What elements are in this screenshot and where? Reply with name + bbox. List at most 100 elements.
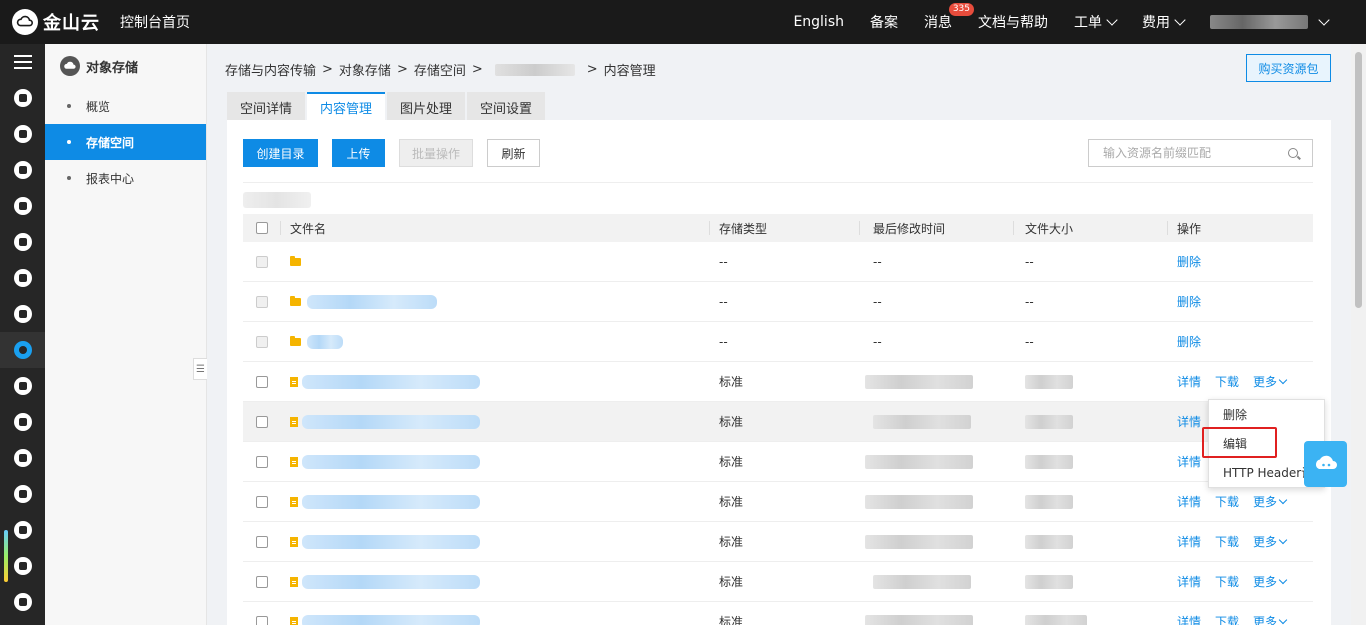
ticket-dropdown[interactable]: 工单 — [1074, 12, 1118, 32]
select-all-checkbox[interactable] — [255, 222, 268, 234]
console-home-link[interactable]: 控制台首页 — [120, 12, 190, 32]
more-dropdown[interactable]: 更多 — [1253, 573, 1288, 590]
create-directory-button[interactable]: 创建目录 — [243, 139, 318, 167]
file-name-cell[interactable] — [280, 574, 709, 589]
tab-space-details[interactable]: 空间详情 — [227, 92, 306, 120]
rail-item-9[interactable] — [0, 368, 45, 404]
sidebar-item-overview[interactable]: 概览 — [45, 88, 206, 124]
batch-operation-button[interactable]: 批量操作 — [399, 139, 473, 167]
breadcrumb-item[interactable]: 存储空间 — [414, 60, 466, 79]
rail-item-12[interactable] — [0, 476, 45, 512]
row-checkbox[interactable] — [255, 295, 268, 308]
rail-item-15[interactable] — [0, 584, 45, 620]
rail-item-3[interactable] — [0, 152, 45, 188]
scrollbar-thumb[interactable] — [1355, 52, 1362, 308]
file-name-cell[interactable] — [280, 414, 709, 429]
breadcrumb-item[interactable]: 存储与内容传输 — [225, 60, 316, 79]
table-row: 标准 详情 下载 更多 — [243, 362, 1313, 402]
detail-link[interactable]: 详情 — [1177, 573, 1201, 590]
rail-item-10[interactable] — [0, 404, 45, 440]
more-dropdown[interactable]: 更多 — [1253, 373, 1288, 390]
rail-item-7[interactable] — [0, 296, 45, 332]
file-name-cell[interactable] — [280, 374, 709, 389]
row-checkbox[interactable] — [255, 255, 268, 268]
upload-button[interactable]: 上传 — [332, 139, 385, 167]
menu-toggle[interactable] — [0, 44, 45, 80]
detail-link[interactable]: 详情 — [1177, 413, 1201, 430]
docs-help-link[interactable]: 文档与帮助 — [978, 12, 1048, 32]
file-name-cell[interactable] — [280, 494, 709, 509]
file-name-cell[interactable] — [280, 294, 709, 309]
file-size-blurred — [1025, 614, 1087, 625]
row-check-cell — [243, 575, 280, 588]
download-link[interactable]: 下载 — [1215, 493, 1239, 510]
download-link[interactable]: 下载 — [1215, 373, 1239, 390]
sidebar-item-reports[interactable]: 报表中心 — [45, 160, 206, 196]
delete-link[interactable]: 删除 — [1177, 293, 1201, 310]
row-checkbox[interactable] — [255, 575, 268, 588]
tab-content-management[interactable]: 内容管理 — [307, 92, 386, 120]
file-name-cell[interactable] — [280, 334, 709, 349]
file-icon — [290, 576, 298, 587]
row-checkbox[interactable] — [255, 455, 268, 468]
modified-cell: -- — [873, 254, 882, 269]
more-label: 更多 — [1253, 615, 1278, 625]
menu-item-delete[interactable]: 删除 — [1209, 400, 1324, 429]
bucket-name-blurred[interactable] — [494, 63, 575, 76]
row-checkbox[interactable] — [255, 535, 268, 548]
breadcrumb-item[interactable]: 对象存储 — [339, 60, 391, 79]
search-icon[interactable] — [1288, 148, 1298, 158]
rail-item-2[interactable] — [0, 116, 45, 152]
tab-image-processing[interactable]: 图片处理 — [387, 92, 466, 120]
rail-item-11[interactable] — [0, 440, 45, 476]
sidebar-collapse-handle[interactable]: ☰ — [193, 358, 207, 380]
row-check-cell — [243, 455, 280, 468]
sidebar-item-buckets[interactable]: 存储空间 — [45, 124, 206, 160]
logo[interactable]: 金山云 — [12, 9, 108, 35]
user-menu[interactable] — [1210, 14, 1330, 29]
row-checkbox[interactable] — [255, 335, 268, 348]
detail-link[interactable]: 详情 — [1177, 613, 1201, 625]
row-checkbox[interactable] — [255, 375, 268, 388]
more-dropdown[interactable]: 更多 — [1253, 493, 1288, 510]
detail-link[interactable]: 详情 — [1177, 453, 1201, 470]
ops-cell: 详情 下载 更多 — [1167, 493, 1313, 510]
modified-time-blurred — [865, 374, 973, 389]
row-checkbox[interactable] — [255, 495, 268, 508]
file-name-cell[interactable] — [280, 534, 709, 549]
row-checkbox[interactable] — [255, 415, 268, 428]
file-name-cell[interactable] — [280, 255, 709, 266]
download-link[interactable]: 下载 — [1215, 613, 1239, 625]
rail-item-1[interactable] — [0, 80, 45, 116]
folder-icon — [290, 335, 301, 346]
buy-resource-pack-button[interactable]: 购买资源包 — [1246, 54, 1331, 82]
file-name-cell[interactable] — [280, 454, 709, 469]
download-link[interactable]: 下载 — [1215, 573, 1239, 590]
more-dropdown[interactable]: 更多 — [1253, 613, 1288, 625]
beian-link[interactable]: 备案 — [870, 12, 898, 32]
search-input[interactable] — [1103, 146, 1278, 160]
detail-link[interactable]: 详情 — [1177, 373, 1201, 390]
page-scrollbar[interactable] — [1351, 44, 1366, 625]
product-icon — [13, 89, 32, 107]
delete-link[interactable]: 删除 — [1177, 253, 1201, 270]
rail-item-object-storage[interactable] — [0, 332, 45, 368]
more-dropdown[interactable]: 更多 — [1253, 533, 1288, 550]
rail-item-6[interactable] — [0, 260, 45, 296]
storage-type-cell: 标准 — [719, 495, 744, 509]
floating-help-button[interactable] — [1304, 441, 1347, 487]
rail-item-4[interactable] — [0, 188, 45, 224]
rail-item-5[interactable] — [0, 224, 45, 260]
tab-space-settings[interactable]: 空间设置 — [467, 92, 546, 120]
table-row: 标准 详情 下载 更多 — [243, 522, 1313, 562]
download-link[interactable]: 下载 — [1215, 533, 1239, 550]
billing-dropdown[interactable]: 费用 — [1142, 12, 1186, 32]
detail-link[interactable]: 详情 — [1177, 533, 1201, 550]
delete-link[interactable]: 删除 — [1177, 333, 1201, 350]
detail-link[interactable]: 详情 — [1177, 493, 1201, 510]
row-checkbox[interactable] — [255, 615, 268, 625]
english-link[interactable]: English — [793, 14, 844, 30]
messages-link[interactable]: 消息 335 — [924, 3, 974, 32]
refresh-button[interactable]: 刷新 — [487, 139, 540, 167]
file-name-cell[interactable] — [280, 614, 709, 625]
